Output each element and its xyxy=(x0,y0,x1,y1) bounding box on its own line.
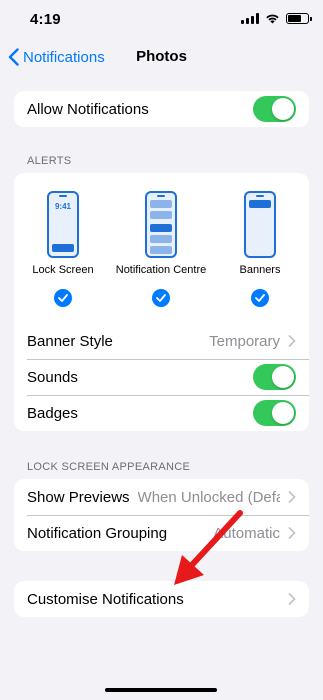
alert-style-label: Notification Centre xyxy=(115,264,207,276)
lock-screen-preview-time: 9:41 xyxy=(54,202,71,211)
checkmark-circle-icon xyxy=(251,289,269,307)
customise-notifications-label: Customise Notifications xyxy=(27,590,184,608)
banners-phone-icon xyxy=(244,191,276,258)
badges-toggle[interactable] xyxy=(253,400,296,426)
banner-style-label: Banner Style xyxy=(27,332,113,350)
alert-style-picker: 9:41 Lock Screen Notification Centre Ban… xyxy=(14,173,309,323)
alerts-group: 9:41 Lock Screen Notification Centre Ban… xyxy=(14,173,309,431)
checkmark-circle-icon xyxy=(152,289,170,307)
allow-notifications-toggle[interactable] xyxy=(253,96,296,122)
chevron-right-icon xyxy=(288,527,296,539)
lock-screen-appearance-group: Show Previews When Unlocked (Defa... Not… xyxy=(14,479,309,551)
show-previews-value: When Unlocked (Defa... xyxy=(137,488,280,506)
allow-notifications-row: Allow Notifications xyxy=(14,91,309,127)
alerts-section-header: ALERTS xyxy=(27,155,72,167)
badges-row: Badges xyxy=(14,395,309,431)
show-previews-row[interactable]: Show Previews When Unlocked (Defa... xyxy=(14,479,309,515)
wifi-icon xyxy=(266,14,279,24)
show-previews-label: Show Previews xyxy=(27,488,130,506)
notification-centre-phone-icon xyxy=(145,191,177,258)
customise-notifications-row[interactable]: Customise Notifications xyxy=(14,581,309,617)
sounds-toggle[interactable] xyxy=(253,364,296,390)
badges-label: Badges xyxy=(27,404,78,422)
page-title: Photos xyxy=(136,48,187,65)
notification-grouping-label: Notification Grouping xyxy=(27,524,168,542)
banner-style-value: Temporary xyxy=(209,332,280,350)
chevron-right-icon xyxy=(288,335,296,347)
notification-grouping-row[interactable]: Notification Grouping Automatic xyxy=(14,515,309,551)
status-bar: 4:19 xyxy=(0,0,323,44)
alert-style-banners[interactable]: Banners xyxy=(210,173,309,323)
allow-notifications-group: Allow Notifications xyxy=(14,91,309,127)
status-icons xyxy=(241,13,312,24)
chevron-right-icon xyxy=(288,593,296,605)
alert-style-label: Lock Screen xyxy=(32,264,94,276)
chevron-right-icon xyxy=(288,491,296,503)
battery-icon xyxy=(286,13,312,24)
checkmark-circle-icon xyxy=(54,289,72,307)
notification-grouping-value: Automatic xyxy=(213,524,280,542)
lock-screen-phone-icon: 9:41 xyxy=(47,191,79,258)
banner-style-row[interactable]: Banner Style Temporary xyxy=(14,323,309,359)
navigation-bar: Notifications Photos xyxy=(0,44,323,74)
lock-screen-appearance-header: LOCK SCREEN APPEARANCE xyxy=(27,461,191,473)
status-time: 4:19 xyxy=(30,11,61,28)
alert-style-label: Banners xyxy=(239,264,281,276)
alert-style-lock-screen[interactable]: 9:41 Lock Screen xyxy=(14,173,113,323)
home-indicator xyxy=(105,688,217,692)
alert-style-notification-centre[interactable]: Notification Centre xyxy=(111,173,211,323)
sounds-label: Sounds xyxy=(27,368,78,386)
sounds-row: Sounds xyxy=(14,359,309,395)
cellular-signal-icon xyxy=(241,13,259,24)
allow-notifications-label: Allow Notifications xyxy=(27,100,149,118)
customise-notifications-group: Customise Notifications xyxy=(14,581,309,617)
